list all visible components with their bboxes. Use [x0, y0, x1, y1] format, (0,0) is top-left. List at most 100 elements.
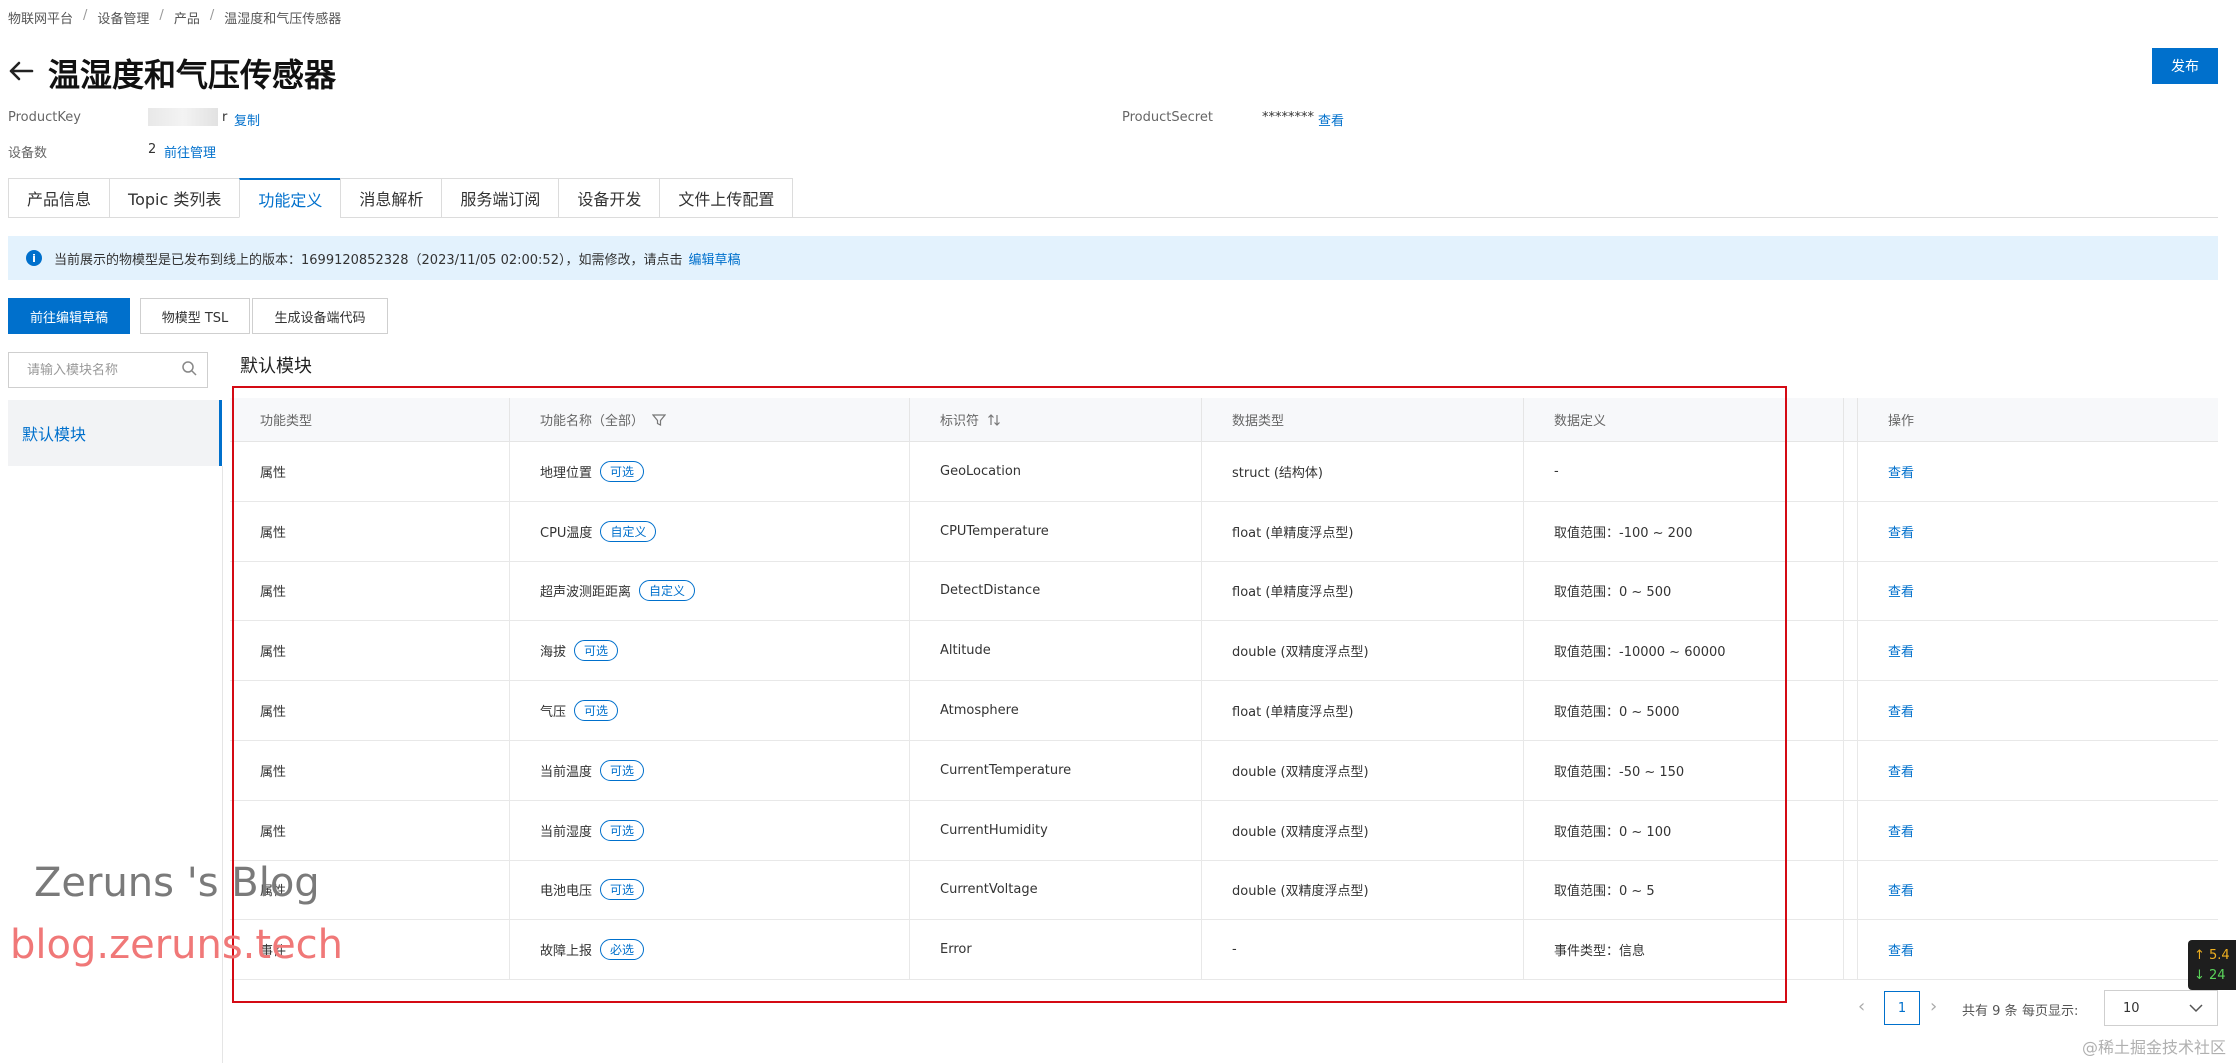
- sort-icon[interactable]: [987, 413, 1001, 427]
- copy-link[interactable]: 复制: [234, 110, 260, 129]
- breadcrumb-separator: /: [83, 8, 88, 23]
- view-row-link[interactable]: 查看: [1888, 462, 1914, 481]
- tab-bar: 产品信息 Topic 类列表 功能定义 消息解析 服务端订阅 设备开发 文件上传…: [8, 178, 794, 218]
- edit-draft-link[interactable]: 编辑草稿: [688, 249, 740, 268]
- filter-icon[interactable]: [652, 413, 667, 427]
- prev-page-icon[interactable]: ‹: [1858, 996, 1865, 1017]
- function-tag-badge: 必选: [600, 939, 645, 961]
- info-icon: i: [26, 250, 42, 266]
- sidebar-item-default-module[interactable]: 默认模块: [8, 400, 222, 466]
- breadcrumb-item-current: 温湿度和气压传感器: [224, 12, 342, 27]
- view-secret-link[interactable]: 查看: [1318, 110, 1344, 129]
- view-row-link[interactable]: 查看: [1888, 940, 1914, 959]
- tab-device-development[interactable]: 设备开发: [558, 178, 660, 218]
- tab-topic-list[interactable]: Topic 类列表: [109, 178, 240, 218]
- product-key-label: ProductKey: [8, 110, 81, 125]
- view-row-link[interactable]: 查看: [1888, 581, 1914, 600]
- header-function-name-label: 功能名称（全部）: [540, 414, 645, 429]
- cell-operation: 查看: [1858, 801, 2218, 860]
- chevron-down-icon: [2189, 1004, 2203, 1013]
- cell-data-type: struct (结构体): [1202, 442, 1524, 501]
- cell-spacer: [1844, 501, 1858, 561]
- page-size-value: 10: [2123, 1000, 2140, 1016]
- upload-speed: ↑ 5.4: [2194, 948, 2230, 963]
- cell-function-name: CPU温度 自定义: [510, 501, 910, 561]
- manage-devices-link[interactable]: 前往管理: [164, 142, 216, 161]
- breadcrumb-separator: /: [159, 8, 164, 23]
- device-count-label: 设备数: [8, 146, 48, 161]
- table-row: 属性 当前湿度 可选 CurrentHumidity double (双精度浮点型) 取值…: [230, 800, 2218, 861]
- tab-server-subscription[interactable]: 服务端订阅: [441, 178, 559, 218]
- tab-file-upload-config[interactable]: 文件上传配置: [659, 178, 794, 218]
- function-table: 功能类型 功能名称（全部） 标识符 数据类型 数据定义 操作 属性 地理位置 可选 G…: [230, 398, 2218, 981]
- cell-operation: 查看: [1858, 621, 2218, 680]
- function-tag-badge: 可选: [600, 460, 645, 482]
- cell-data-type: -: [1202, 920, 1524, 980]
- header-identifier-label: 标识符: [940, 414, 980, 429]
- cell-operation: 查看: [1858, 562, 2218, 621]
- view-row-link[interactable]: 查看: [1888, 761, 1914, 780]
- breadcrumb: 物联网平台 / 设备管理 / 产品 / 温湿度和气压传感器: [8, 8, 341, 27]
- breadcrumb-item-iot[interactable]: 物联网平台: [8, 8, 73, 27]
- tab-message-parsing[interactable]: 消息解析: [340, 178, 442, 218]
- breadcrumb-item-device-management[interactable]: 设备管理: [97, 8, 149, 27]
- breadcrumb-item-product[interactable]: 产品: [174, 8, 200, 27]
- cell-identifier: Error: [910, 920, 1202, 980]
- view-row-link[interactable]: 查看: [1888, 522, 1914, 541]
- function-name: CPU温度: [540, 525, 593, 541]
- view-row-link[interactable]: 查看: [1888, 880, 1914, 899]
- function-tag-badge: 可选: [600, 879, 645, 901]
- view-row-link[interactable]: 查看: [1888, 641, 1914, 660]
- header-spacer: [1844, 398, 1858, 441]
- sidebar-divider: [222, 466, 223, 1063]
- cell-data-definition: 取值范围：0 ~ 5: [1524, 860, 1844, 920]
- function-name: 海拔: [540, 645, 567, 661]
- module-search-input[interactable]: [27, 362, 181, 378]
- cell-operation: 查看: [1858, 741, 2218, 800]
- breadcrumb-separator: /: [209, 8, 215, 23]
- function-tag-badge: 可选: [600, 819, 645, 841]
- view-row-link[interactable]: 查看: [1888, 701, 1914, 720]
- cell-spacer: [1844, 561, 1858, 621]
- next-page-icon[interactable]: ›: [1930, 996, 1937, 1017]
- function-name: 当前湿度: [540, 824, 593, 840]
- generate-code-button[interactable]: 生成设备端代码: [252, 298, 388, 334]
- function-name: 电池电压: [540, 884, 593, 900]
- table-body: 属性 地理位置 可选 GeoLocation struct (结构体) - 查看 属性 CPU温…: [230, 442, 2218, 981]
- tab-product-info[interactable]: 产品信息: [8, 178, 110, 218]
- function-tag-badge: 可选: [600, 759, 645, 781]
- header-function-type: 功能类型: [230, 398, 510, 441]
- notice-text: 当前展示的物模型是已发布到线上的版本：1699120852328（2023/11…: [54, 252, 683, 268]
- header-function-name[interactable]: 功能名称（全部）: [510, 398, 910, 441]
- page-size-label: 每页显示:: [2022, 1004, 2079, 1019]
- function-name: 地理位置: [540, 465, 593, 481]
- cell-function-name: 电池电压 可选: [510, 860, 910, 920]
- header-identifier[interactable]: 标识符: [910, 398, 1202, 441]
- edit-draft-button[interactable]: 前往编辑草稿: [8, 298, 130, 334]
- module-title: 默认模块: [240, 356, 312, 377]
- pagination-total: 共有 9 条: [1962, 1004, 2018, 1019]
- cell-data-type: float (单精度浮点型): [1202, 681, 1524, 740]
- table-header: 功能类型 功能名称（全部） 标识符 数据类型 数据定义 操作: [230, 398, 2218, 442]
- tsl-button[interactable]: 物模型 TSL: [140, 298, 250, 334]
- cell-operation: 查看: [1858, 920, 2218, 979]
- publish-button[interactable]: 发布: [2152, 48, 2218, 84]
- cell-function-name: 当前温度 可选: [510, 740, 910, 800]
- cell-data-definition: -: [1524, 442, 1844, 501]
- watermark-blog-url: blog.zeruns.tech: [10, 922, 344, 968]
- back-arrow-icon[interactable]: [6, 56, 36, 86]
- page-size-select[interactable]: 10: [2104, 990, 2218, 1026]
- function-name: 当前温度: [540, 764, 593, 780]
- search-icon[interactable]: [181, 360, 197, 380]
- module-search: [8, 352, 208, 388]
- header-data-type: 数据类型: [1202, 398, 1524, 441]
- cell-identifier: GeoLocation: [910, 442, 1202, 501]
- view-row-link[interactable]: 查看: [1888, 821, 1914, 840]
- page-button-current[interactable]: 1: [1884, 991, 1920, 1025]
- header-data-definition: 数据定义: [1524, 398, 1844, 441]
- cell-data-definition: 取值范围：0 ~ 500: [1524, 561, 1844, 621]
- cell-spacer: [1844, 860, 1858, 920]
- cell-spacer: [1844, 800, 1858, 860]
- cell-operation: 查看: [1858, 502, 2218, 561]
- tab-function-definition[interactable]: 功能定义: [239, 178, 341, 218]
